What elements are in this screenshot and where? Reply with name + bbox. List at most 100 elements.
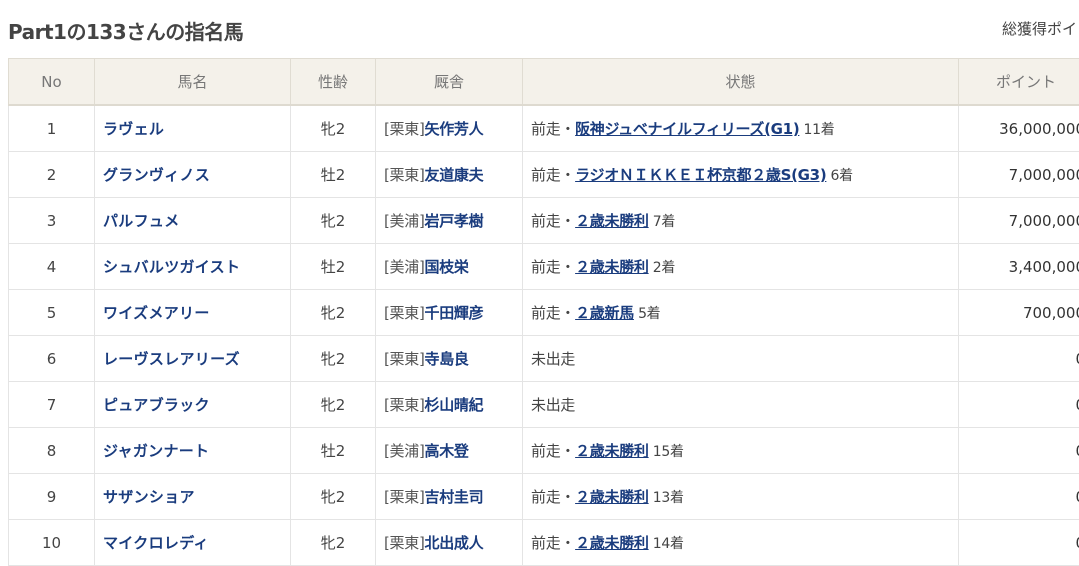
status-cell: 前走・２歳未勝利 2着 — [523, 244, 959, 290]
finish-position: 5着 — [634, 306, 660, 322]
row-number: 4 — [9, 244, 95, 290]
sex-age: 牡2 — [291, 244, 376, 290]
horse-name-cell: ピュアブラック — [95, 382, 291, 428]
row-number: 10 — [9, 520, 95, 566]
column-header-status: 状態 — [523, 59, 959, 106]
status-prefix: 前走・ — [531, 166, 575, 184]
sex-age: 牝2 — [291, 520, 376, 566]
race-link[interactable]: ２歳新馬 — [575, 304, 634, 322]
finish-position: 7着 — [649, 214, 675, 230]
horse-name-link[interactable]: ワイズメアリー — [103, 304, 210, 322]
trainer-link[interactable]: 吉村圭司 — [425, 488, 484, 506]
status-cell: 前走・２歳未勝利 13着 — [523, 474, 959, 520]
table-row: 7ピュアブラック牝2[栗東]杉山晴紀未出走0 — [9, 382, 1079, 428]
sex-age: 牝2 — [291, 474, 376, 520]
table-header-row: No 馬名 性齢 厩舎 状態 ポイント — [9, 59, 1079, 106]
race-link[interactable]: ２歳未勝利 — [575, 212, 649, 230]
race-link[interactable]: ２歳未勝利 — [575, 488, 649, 506]
race-link[interactable]: ラジオＮＩＫＫＥＩ杯京都２歳S(G3) — [575, 166, 826, 184]
race-link[interactable]: 阪神ジュベナイルフィリーズ(G1) — [575, 120, 799, 138]
trainer-link[interactable]: 国枝栄 — [425, 258, 469, 276]
points: 7,000,000 — [959, 152, 1079, 198]
stable-region: [栗東] — [384, 304, 425, 322]
column-header-horse-name: 馬名 — [95, 59, 291, 106]
trainer-link[interactable]: 北出成人 — [425, 534, 484, 552]
table-row: 8ジャガンナート牡2[美浦]高木登前走・２歳未勝利 15着0 — [9, 428, 1079, 474]
status-cell: 未出走 — [523, 382, 959, 428]
status-prefix: 前走・ — [531, 212, 575, 230]
race-link[interactable]: ２歳未勝利 — [575, 534, 649, 552]
horse-name-cell: パルフュメ — [95, 198, 291, 244]
horse-name-cell: ラヴェル — [95, 105, 291, 152]
status-prefix: 前走・ — [531, 442, 575, 460]
horse-name-link[interactable]: サザンショア — [103, 488, 195, 506]
points: 0 — [959, 520, 1079, 566]
points: 0 — [959, 382, 1079, 428]
horse-name-cell: ジャガンナート — [95, 428, 291, 474]
trainer-link[interactable]: 杉山晴紀 — [425, 396, 484, 414]
race-link[interactable]: ２歳未勝利 — [575, 442, 649, 460]
points: 3,400,000 — [959, 244, 1079, 290]
total-points-label: 総獲得ポイ — [1002, 18, 1077, 39]
status-prefix: 前走・ — [531, 534, 575, 552]
row-number: 9 — [9, 474, 95, 520]
stable-region: [栗東] — [384, 396, 425, 414]
trainer-link[interactable]: 矢作芳人 — [425, 120, 484, 138]
stable-cell: [栗東]杉山晴紀 — [376, 382, 523, 428]
status-prefix: 前走・ — [531, 120, 575, 138]
trainer-link[interactable]: 寺島良 — [425, 350, 469, 368]
page-title: Part1の133さんの指名馬 — [8, 16, 243, 45]
stable-region: [栗東] — [384, 350, 425, 368]
trainer-link[interactable]: 高木登 — [425, 442, 469, 460]
horse-name-link[interactable]: ラヴェル — [103, 120, 164, 138]
table-row: 2グランヴィノス牡2[栗東]友道康夫前走・ラジオＮＩＫＫＥＩ杯京都２歳S(G3)… — [9, 152, 1079, 198]
stable-cell: [栗東]北出成人 — [376, 520, 523, 566]
finish-position: 13着 — [649, 490, 684, 506]
status-cell: 前走・ラジオＮＩＫＫＥＩ杯京都２歳S(G3) 6着 — [523, 152, 959, 198]
row-number: 1 — [9, 105, 95, 152]
status-cell: 前走・阪神ジュベナイルフィリーズ(G1) 11着 — [523, 105, 959, 152]
points: 0 — [959, 336, 1079, 382]
finish-position: 2着 — [649, 260, 675, 276]
sex-age: 牝2 — [291, 382, 376, 428]
status-cell: 前走・２歳未勝利 14着 — [523, 520, 959, 566]
horse-name-link[interactable]: レーヴスレアリーズ — [103, 350, 240, 368]
status-prefix: 前走・ — [531, 258, 575, 276]
status-cell: 未出走 — [523, 336, 959, 382]
horse-name-link[interactable]: グランヴィノス — [103, 166, 210, 184]
status-prefix: 未出走 — [531, 350, 575, 368]
finish-position: 6着 — [826, 168, 852, 184]
horse-name-cell: マイクロレディ — [95, 520, 291, 566]
stable-cell: [美浦]高木登 — [376, 428, 523, 474]
race-link[interactable]: ２歳未勝利 — [575, 258, 649, 276]
trainer-link[interactable]: 岩戸孝樹 — [425, 212, 484, 230]
status-cell: 前走・２歳未勝利 7着 — [523, 198, 959, 244]
status-prefix: 未出走 — [531, 396, 575, 414]
points: 36,000,000 — [959, 105, 1079, 152]
row-number: 6 — [9, 336, 95, 382]
table-row: 9サザンショア牝2[栗東]吉村圭司前走・２歳未勝利 13着0 — [9, 474, 1079, 520]
horse-name-cell: グランヴィノス — [95, 152, 291, 198]
horse-name-link[interactable]: シュバルツガイスト — [103, 258, 240, 276]
horse-name-cell: サザンショア — [95, 474, 291, 520]
horse-name-link[interactable]: マイクロレディ — [103, 534, 209, 552]
finish-position: 14着 — [649, 536, 684, 552]
horse-name-link[interactable]: ジャガンナート — [103, 442, 209, 460]
table-row: 5ワイズメアリー牝2[栗東]千田輝彦前走・２歳新馬 5着700,000 — [9, 290, 1079, 336]
stable-cell: [栗東]矢作芳人 — [376, 105, 523, 152]
points: 700,000 — [959, 290, 1079, 336]
column-header-no: No — [9, 59, 95, 106]
stable-cell: [栗東]吉村圭司 — [376, 474, 523, 520]
stable-cell: [美浦]岩戸孝樹 — [376, 198, 523, 244]
stable-cell: [栗東]寺島良 — [376, 336, 523, 382]
trainer-link[interactable]: 千田輝彦 — [425, 304, 484, 322]
stable-region: [栗東] — [384, 534, 425, 552]
row-number: 7 — [9, 382, 95, 428]
stable-region: [美浦] — [384, 258, 425, 276]
table-row: 3パルフュメ牝2[美浦]岩戸孝樹前走・２歳未勝利 7着7,000,000 — [9, 198, 1079, 244]
points: 7,000,000 — [959, 198, 1079, 244]
horse-name-link[interactable]: パルフュメ — [103, 212, 180, 230]
trainer-link[interactable]: 友道康夫 — [425, 166, 484, 184]
horse-name-cell: レーヴスレアリーズ — [95, 336, 291, 382]
horse-name-link[interactable]: ピュアブラック — [103, 396, 210, 414]
